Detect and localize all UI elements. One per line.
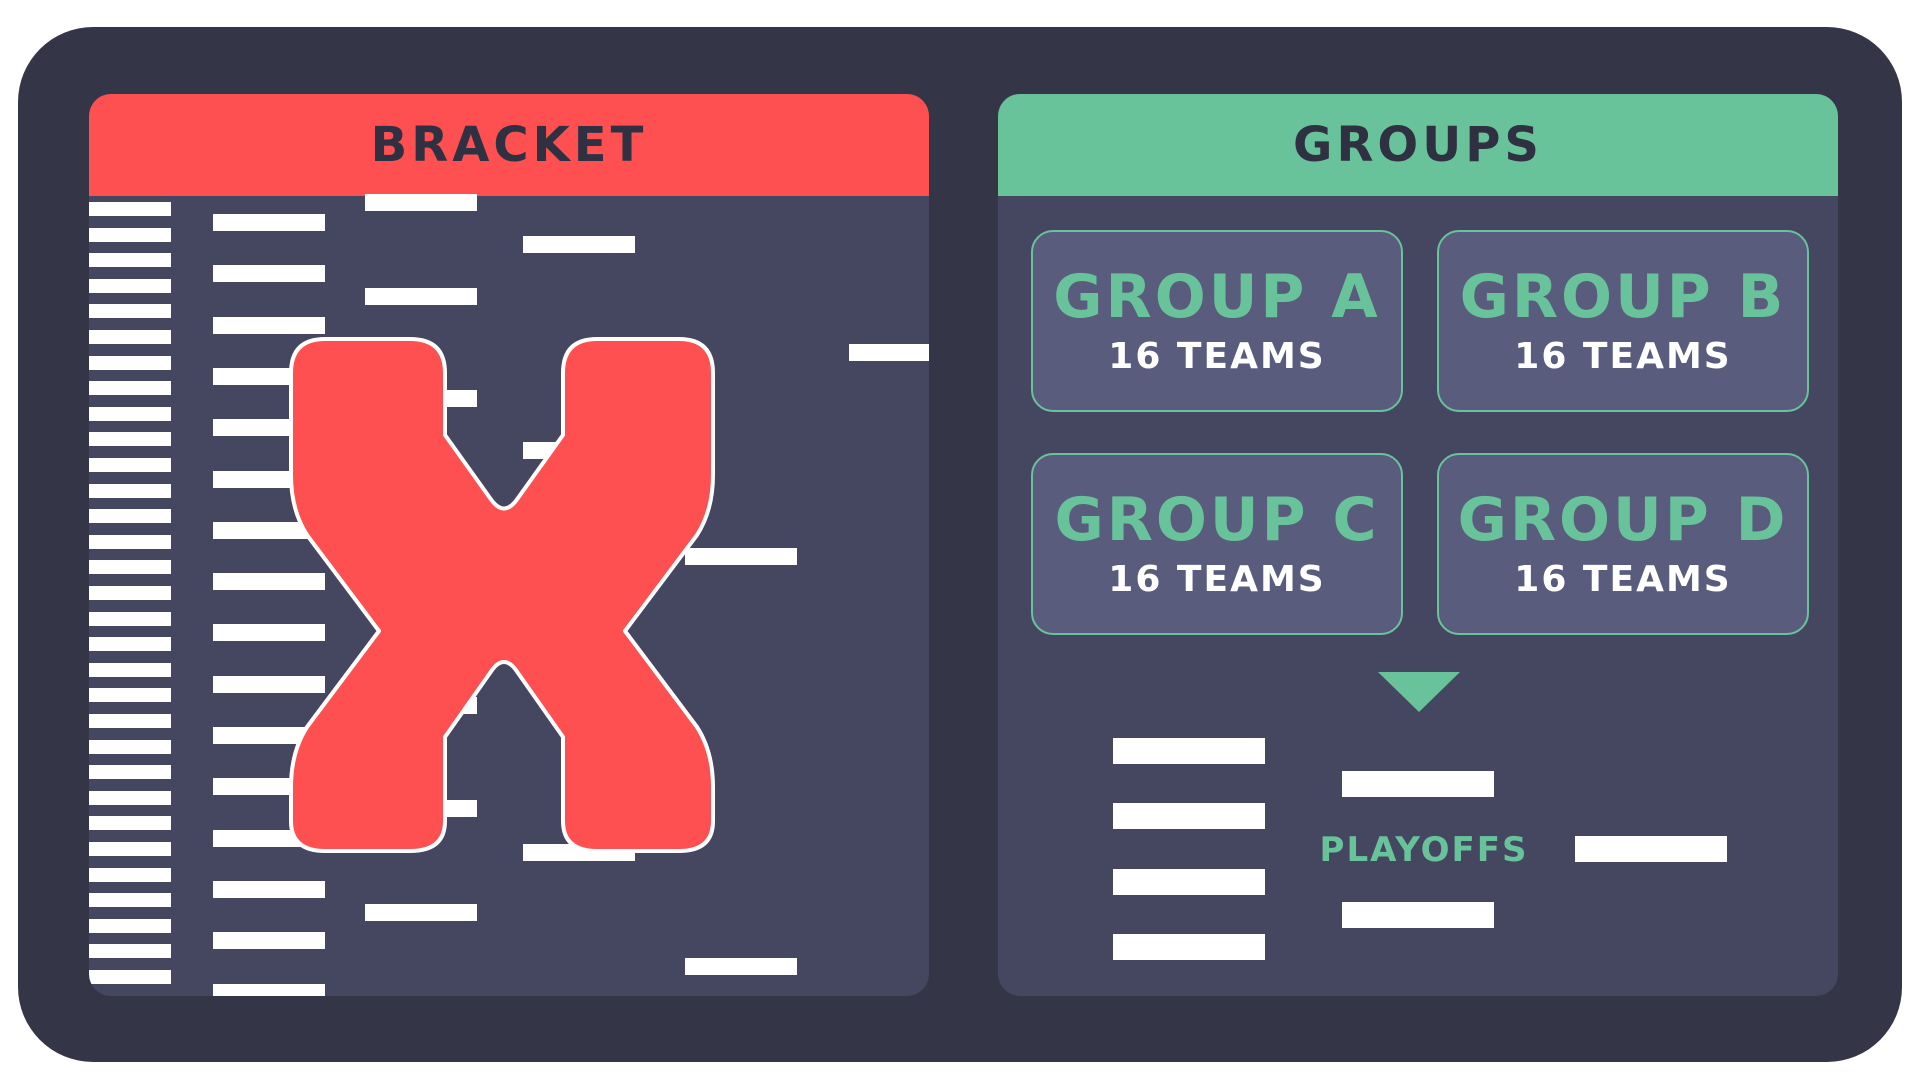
triangle-down-icon [1378,672,1460,712]
bracket-slot [89,304,171,319]
bracket-slot [89,662,171,677]
bracket-slot [89,483,171,498]
bracket-slot [89,586,171,600]
bracket-slot [213,265,325,283]
bracket-slot [89,509,171,524]
bracket-slot [89,867,171,882]
bracket-slot [89,970,171,984]
bracket-slot [89,842,171,856]
bracket-slot [89,227,171,242]
playoff-slot [1113,869,1265,895]
bracket-slot [523,236,635,253]
bracket-slot [89,816,171,831]
bracket-slot [685,958,797,975]
bracket-slot [89,560,171,575]
playoffs-label: PLAYOFFS [1319,830,1529,870]
bracket-slot [89,637,171,652]
bracket-header: BRACKET [89,94,929,196]
bracket-slot [89,253,171,268]
group-title: GROUP A [1053,262,1381,332]
group-title: GROUP D [1457,485,1789,555]
x-cross-icon [289,337,715,853]
bracket-slot [213,983,325,996]
group-title: GROUP C [1054,485,1380,555]
bracket-slot [213,214,325,231]
bracket-slot [89,790,171,805]
groups-title: GROUPS [1293,117,1543,173]
bracket-slot [365,904,477,921]
bracket-slot [89,918,171,933]
bracket-slot [213,880,325,898]
bracket-slot [89,893,171,908]
bracket-slot [89,278,171,293]
bracket-slot [89,944,171,959]
groups-header: GROUPS [998,94,1838,196]
playoff-slot [1342,771,1494,797]
group-team-count: 16 TEAMS [1514,559,1732,600]
group-card-a: GROUP A 16 TEAMS [1031,230,1403,412]
bracket-slot [89,355,171,370]
bracket-slot [89,534,171,549]
playoff-slot [1342,902,1494,928]
bracket-slot [89,406,171,421]
playoff-slot [1113,803,1265,829]
group-card-d: GROUP D 16 TEAMS [1437,453,1809,635]
bracket-slot [89,381,171,396]
group-title: GROUP B [1459,262,1787,332]
bracket-slot [213,932,325,950]
playoff-slot [1113,738,1265,764]
bracket-slot [89,611,171,626]
group-card-b: GROUP B 16 TEAMS [1437,230,1809,412]
group-team-count: 16 TEAMS [1108,336,1326,377]
bracket-slot [89,765,171,780]
bracket-slot [89,330,171,344]
bracket-final-slot [849,344,929,361]
bracket-slot [365,288,477,305]
bracket-slot [213,316,325,334]
bracket-slot [89,432,171,447]
bracket-slot [365,194,477,211]
bracket-slot [89,202,171,216]
group-team-count: 16 TEAMS [1108,559,1326,600]
bracket-slot [89,714,171,728]
group-team-count: 16 TEAMS [1514,336,1732,377]
group-card-c: GROUP C 16 TEAMS [1031,453,1403,635]
bracket-slot [89,458,171,472]
playoff-slot [1113,934,1265,960]
playoff-final-slot [1575,836,1727,862]
bracket-title: BRACKET [370,117,648,173]
bracket-slot [89,739,171,754]
bracket-slot [89,688,171,703]
